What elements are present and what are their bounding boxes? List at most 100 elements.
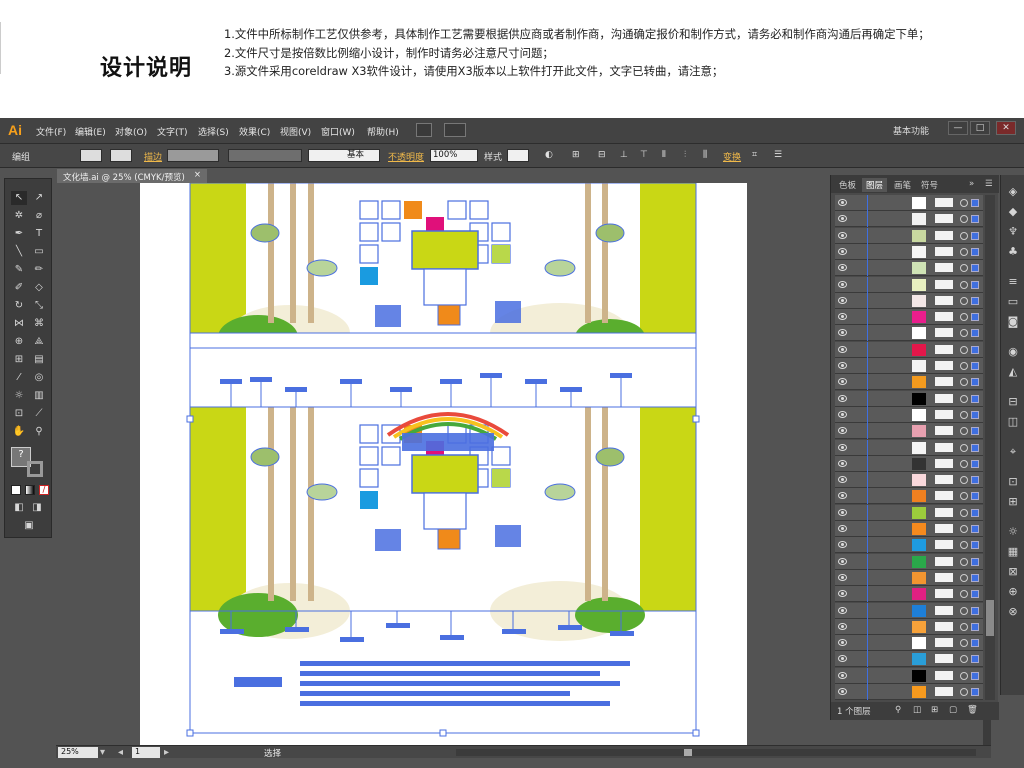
shape-builder-tool-icon[interactable]: ⊕ [11,335,27,349]
photo-frame[interactable] [491,222,511,242]
layer-name-field[interactable] [935,263,953,273]
tab-symbols[interactable]: 符号 [917,178,942,192]
screen-mode-icon[interactable]: ▣ [21,519,37,533]
new-sublayer-icon[interactable]: ⊞ [931,705,938,715]
target-circle-icon[interactable] [960,606,968,615]
ground-grass[interactable] [575,597,645,633]
target-circle-icon[interactable] [960,264,968,273]
callout-label[interactable] [386,623,410,628]
selection-indicator-icon[interactable] [971,508,979,517]
target-circle-icon[interactable] [960,280,968,289]
kids-figure-group[interactable] [375,529,401,551]
target-circle-icon[interactable] [960,410,968,419]
pencil-tool-icon[interactable]: ✏ [31,263,47,277]
target-circle-icon[interactable] [960,215,968,224]
symbol-sprayer-tool-icon[interactable]: ☼ [11,389,27,403]
visibility-eye-icon[interactable] [838,264,847,272]
selection-indicator-icon[interactable] [971,688,979,696]
layer-name-field[interactable] [935,361,953,370]
selection-indicator-icon[interactable] [971,410,979,419]
bush[interactable] [250,223,280,243]
layer-name-field[interactable] [935,295,953,305]
layer-row[interactable] [835,406,983,423]
visibility-eye-icon[interactable] [838,671,847,679]
locate-object-icon[interactable]: ⚲ [895,705,901,715]
description-line[interactable] [300,681,620,686]
arrange-documents-button[interactable] [444,123,466,137]
rotate-tool-icon[interactable]: ↻ [11,299,27,313]
bush[interactable] [595,223,625,243]
layer-name-field[interactable] [935,214,953,224]
paintbrush-tool-icon[interactable]: ✎ [11,263,27,277]
description-line[interactable] [300,691,570,696]
menu-effect[interactable]: 效果(C) [239,125,270,138]
target-circle-icon[interactable] [960,231,968,240]
selection-indicator-icon[interactable] [971,215,979,224]
photo-frame[interactable] [381,200,401,220]
graph-tool-icon[interactable]: ▥ [31,389,47,403]
selection-indicator-icon[interactable] [971,329,979,338]
bridge-button[interactable] [416,123,432,137]
right-green-band[interactable] [640,183,696,333]
bush[interactable] [544,483,576,501]
visibility-eye-icon[interactable] [838,606,847,614]
layer-name-field[interactable] [935,409,953,419]
callout-label[interactable] [340,637,364,642]
selection-indicator-icon[interactable] [971,622,979,631]
photo-frame-accent[interactable] [360,267,378,285]
layer-name-field[interactable] [935,540,953,550]
kids-figure-group[interactable] [375,305,401,327]
prev-artboard-icon[interactable]: ◂ [118,747,123,758]
brushes-dock-icon[interactable]: ♆ [1006,225,1020,239]
horizontal-scroll-thumb[interactable] [684,749,692,756]
layer-name-field[interactable] [935,621,953,631]
next-artboard-icon[interactable]: ▸ [164,747,169,758]
center-title-block[interactable] [411,230,479,270]
selection-indicator-icon[interactable] [971,671,979,680]
mesh-tool-icon[interactable]: ⊞ [11,353,27,367]
visibility-eye-icon[interactable] [838,280,847,288]
blob-brush-tool-icon[interactable]: ✐ [11,281,27,295]
graphic-style-swatch[interactable] [507,149,529,162]
close-button[interactable]: ✕ [996,121,1016,135]
none-mode-icon[interactable]: / [39,485,49,495]
layer-row[interactable] [835,276,983,293]
layers-scroll-thumb[interactable] [986,600,994,636]
workspace-switcher[interactable]: 基本功能 [893,124,929,137]
selection-indicator-icon[interactable] [971,264,979,273]
menu-object[interactable]: 对象(O) [115,125,147,138]
artboards-dock-icon[interactable]: ⊡ [1006,475,1020,489]
layer-name-field[interactable] [935,638,953,648]
selection-indicator-icon[interactable] [971,573,979,582]
canvas-horizontal-scrollbar[interactable] [456,749,976,756]
menu-type[interactable]: 文字(T) [157,125,188,138]
visibility-eye-icon[interactable] [838,231,847,239]
description-heading[interactable] [234,677,282,687]
visibility-eye-icon[interactable] [838,459,847,467]
selection-indicator-icon[interactable] [971,296,979,305]
visibility-eye-icon[interactable] [838,443,847,451]
layer-name-field[interactable] [935,377,953,387]
layer-row[interactable] [835,390,983,407]
target-circle-icon[interactable] [960,671,968,680]
visibility-eye-icon[interactable] [838,557,847,565]
layer-name-field[interactable] [935,524,953,533]
layer-name-field[interactable] [935,279,953,289]
callout-label[interactable] [610,373,632,378]
callout-label[interactable] [340,379,362,384]
tree-trunk[interactable] [290,183,296,323]
target-circle-icon[interactable] [960,541,968,550]
stroke-dock-icon[interactable]: ≡ [1006,275,1020,289]
artwork[interactable] [140,183,747,745]
tree-trunk[interactable] [290,407,296,601]
callout-label[interactable] [610,631,634,636]
visibility-eye-icon[interactable] [838,541,847,549]
selection-indicator-icon[interactable] [971,345,979,354]
left-green-band[interactable] [190,183,246,333]
visibility-eye-icon[interactable] [838,573,847,581]
artboard-tool-icon[interactable]: ⊡ [11,407,27,421]
selection-tool-icon[interactable]: ↖ [11,191,27,205]
menu-edit[interactable]: 编辑(E) [75,125,106,138]
stroke-weight-field[interactable] [167,149,219,162]
magic-wand-tool-icon[interactable]: ✲ [11,209,27,223]
